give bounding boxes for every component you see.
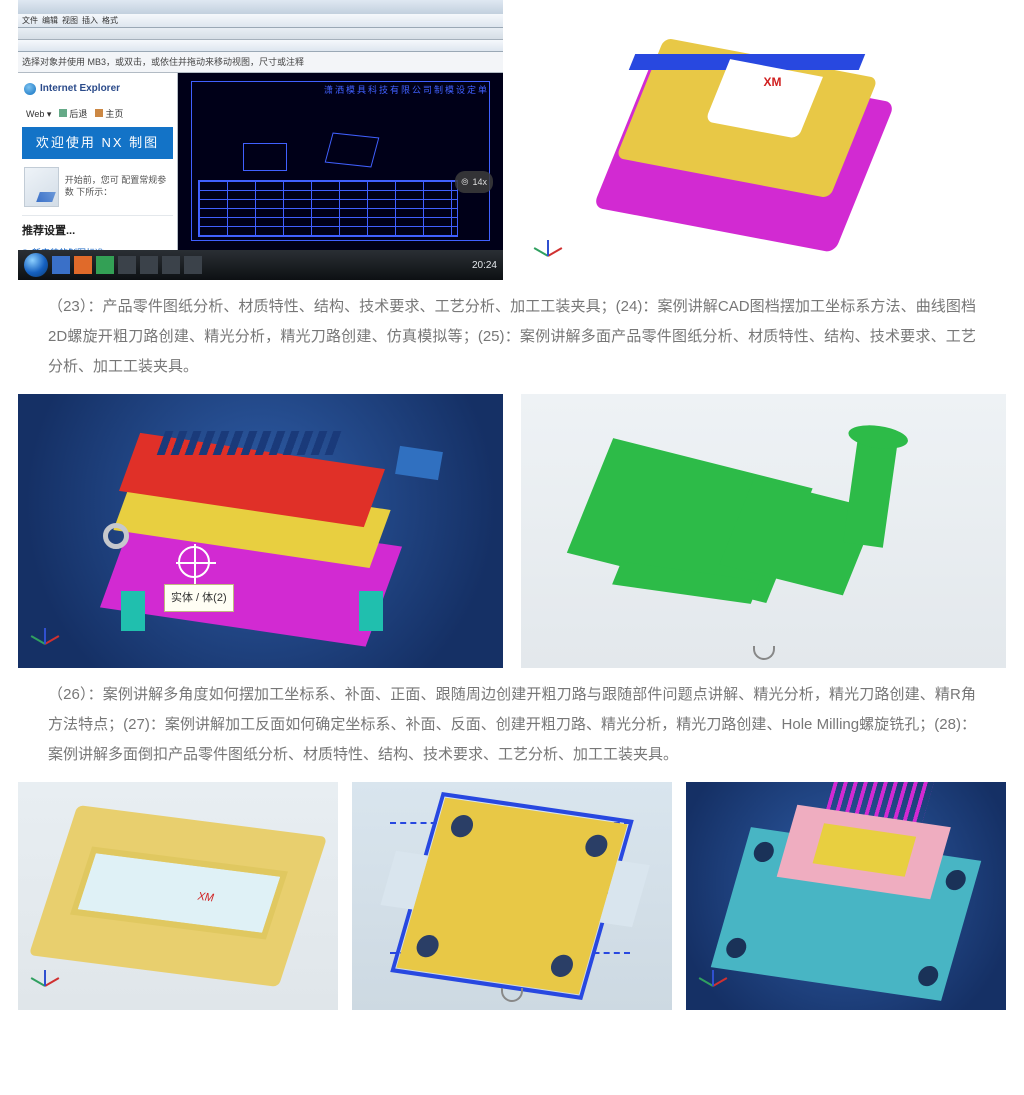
taskbar-icon[interactable]: [184, 256, 202, 274]
cross-insert-view: [352, 782, 672, 1010]
cad-part-view-1: XM: [521, 0, 1006, 280]
selection-tooltip: 实体 / 体(2): [164, 584, 234, 612]
taskbar-clock: 20:24: [472, 260, 497, 271]
axis-xm-label: XM: [764, 70, 782, 94]
triad-icon: [30, 970, 60, 1000]
nx-status-message: 选择对象并使用 MB3，或双击，或依住并拖动来移动视图，尺寸或注释: [18, 52, 503, 73]
cursor-target-icon: [178, 546, 210, 578]
zoom-badge: ⦾14x: [455, 171, 493, 193]
card-text: 开始前，您可 配置常规参数 下所示：: [65, 175, 171, 198]
eyebolt-icon: [103, 523, 129, 549]
die-core-view: [686, 782, 1006, 1010]
card-thumb-icon: [24, 167, 59, 207]
rotate-icon: [501, 988, 523, 1002]
taskbar-icon[interactable]: [52, 256, 70, 274]
nx-ruler: [18, 28, 503, 40]
drawing-canvas: 潇洒模具科技有限公司制模设定单 ⦾14x Sheet "CNC-B11" Wor…: [178, 73, 503, 278]
ie-icon: [24, 83, 36, 95]
plate-toolpath-view: XM: [18, 782, 338, 1010]
drawing-title: 潇洒模具科技有限公司制模设定单: [324, 81, 489, 99]
mold-assembly-view: 实体 / 体(2): [18, 394, 503, 668]
green-part-view: [521, 394, 1006, 668]
taskbar-icon[interactable]: [140, 256, 158, 274]
nx-cad-screenshot: 文件编辑视图插入格式 选择对象并使用 MB3，或双击，或依住并拖动来移动视图，尺…: [18, 0, 503, 280]
nx-menubar: 文件编辑视图插入格式: [18, 14, 503, 28]
nx-side-panel: Internet Explorer Web ▾ 后退 主页 欢迎使用 NX 制图…: [18, 73, 178, 278]
taskbar-icon[interactable]: [96, 256, 114, 274]
taskbar-icon[interactable]: [118, 256, 136, 274]
image-row-3: XM: [0, 782, 1024, 1010]
drawing-table: [198, 180, 458, 237]
taskbar-icon[interactable]: [162, 256, 180, 274]
nx-toolbar: [18, 40, 503, 52]
ie-tabs: Web ▾ 后退 主页: [22, 103, 173, 127]
image-row-1: 文件编辑视图插入格式 选择对象并使用 MB3，或双击，或依住并拖动来移动视图，尺…: [0, 0, 1024, 280]
paragraph-23-25: （23）：产品零件图纸分析、材质特性、结构、技术要求、工艺分析、加工工装夹具；(…: [0, 280, 1024, 394]
image-row-2: 实体 / 体(2): [0, 394, 1024, 668]
taskbar-icon[interactable]: [74, 256, 92, 274]
triad-icon: [30, 628, 60, 658]
start-card: 开始前，您可 配置常规参数 下所示：: [22, 159, 173, 216]
triad-icon: [698, 970, 728, 1000]
welcome-banner: 欢迎使用 NX 制图: [22, 127, 173, 159]
rotate-icon: [753, 646, 775, 660]
triad-icon: [533, 240, 563, 270]
ie-header: Internet Explorer: [22, 77, 173, 103]
paragraph-26-28: （26）：案例讲解多角度如何摆加工坐标系、补面、正面、跟随周边创建开粗刀路与跟随…: [0, 668, 1024, 782]
windows-taskbar: 20:24: [18, 250, 503, 280]
start-orb-icon[interactable]: [24, 253, 48, 277]
suggest-header: 推荐设置...: [22, 220, 173, 242]
